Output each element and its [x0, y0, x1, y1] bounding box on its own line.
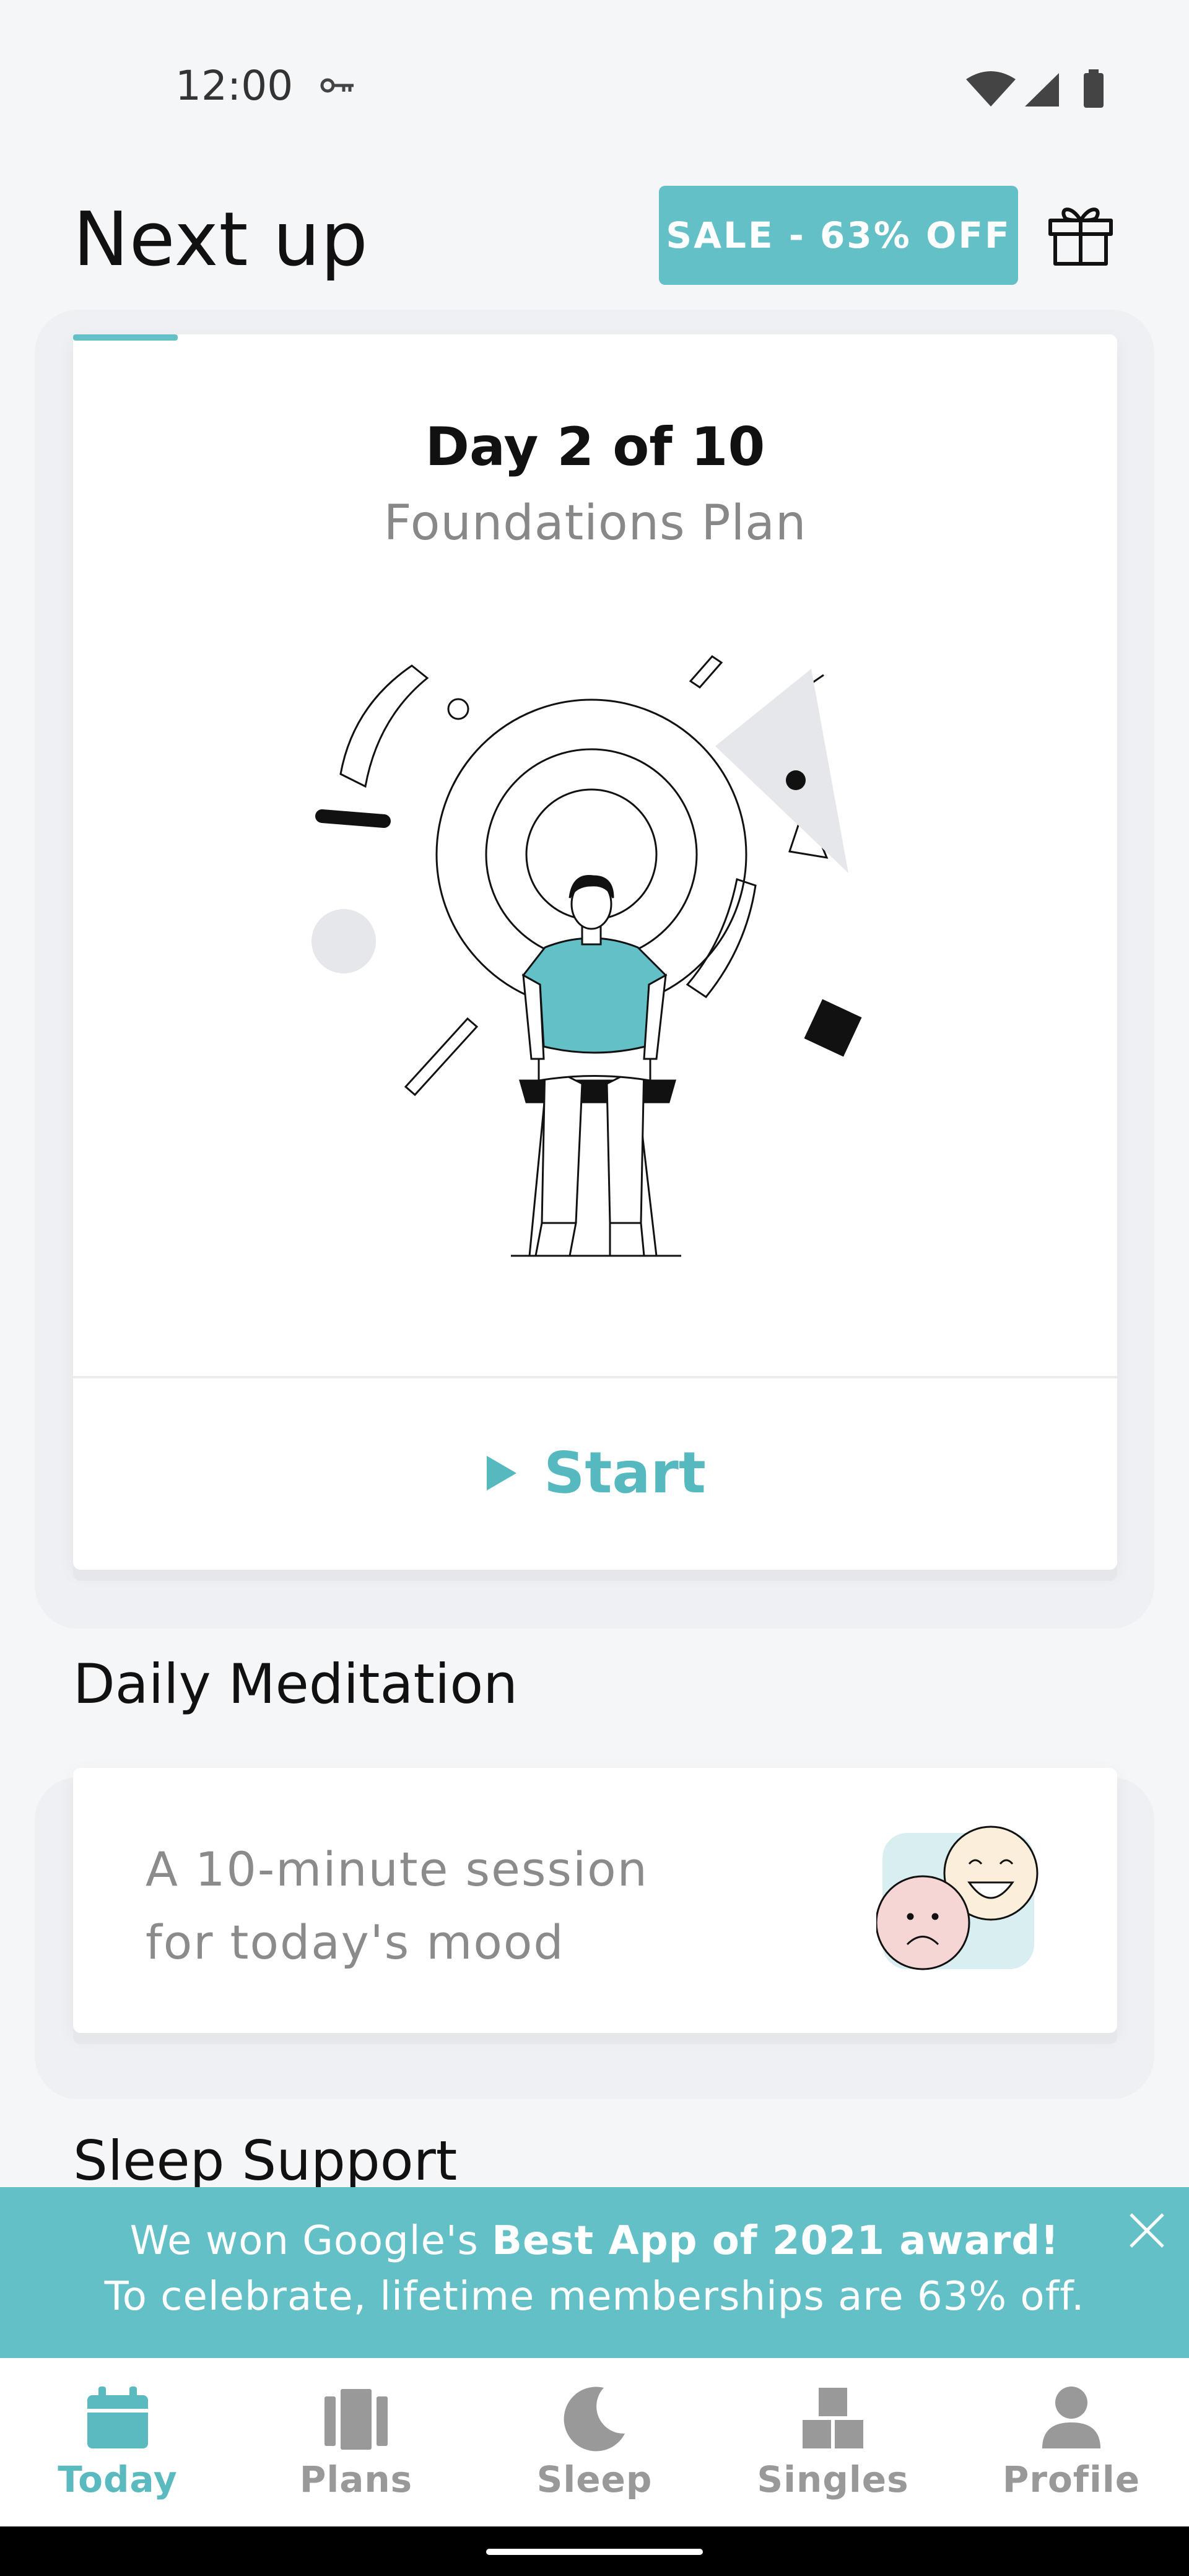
day-label: Day 2 of 10 [425, 416, 765, 478]
daily-line-2: for today's mood [146, 1915, 565, 1970]
signal-icon [1025, 73, 1059, 107]
promo-banner[interactable] [0, 2187, 1189, 2358]
sale-button[interactable]: SALE - 63% OFF [659, 186, 1018, 285]
promo-line-2: To celebrate, lifetime memberships are 6… [104, 2274, 1085, 2320]
start-label: Start [544, 1440, 706, 1506]
nav-label-profile: Profile [1002, 2458, 1141, 2500]
key-icon [320, 78, 354, 93]
daily-meditation-description: A 10-minute session for today's mood [146, 1833, 703, 1979]
gift-icon[interactable] [1047, 199, 1115, 268]
nav-label-singles: Singles [757, 2458, 909, 2500]
promo-prefix: We won Google's [129, 2218, 492, 2264]
calendar-icon [87, 2387, 148, 2448]
plan-progress-bar [73, 334, 178, 341]
person-icon [1042, 2387, 1100, 2448]
plans-icon [324, 2389, 388, 2450]
daily-meditation-title: Daily Meditation [73, 1652, 518, 1716]
nav-label-today: Today [58, 2458, 178, 2500]
nav-label-plans: Plans [299, 2458, 413, 2500]
start-button[interactable]: Start [73, 1378, 1117, 1567]
close-icon[interactable] [1127, 2211, 1167, 2250]
nav-singles[interactable]: Singles [734, 2384, 932, 2508]
mood-faces-icon [876, 1825, 1039, 1970]
play-icon [487, 1455, 517, 1490]
daily-line-1: A 10-minute session [146, 1842, 648, 1897]
nav-today[interactable]: Today [19, 2384, 217, 2508]
battery-icon [1084, 69, 1104, 108]
plan-name: Foundations Plan [383, 495, 807, 551]
status-time: 12:00 [175, 62, 294, 110]
nav-profile[interactable]: Profile [972, 2384, 1170, 2508]
nav-plans[interactable]: Plans [257, 2384, 455, 2508]
sleep-support-title: Sleep Support [73, 2129, 458, 2193]
nav-label-sleep: Sleep [536, 2458, 653, 2500]
promo-line-1: We won Google's Best App of 2021 award! [0, 2218, 1189, 2264]
wifi-icon [966, 71, 1016, 107]
blocks-icon [803, 2388, 863, 2448]
meditating-person-illustration [311, 655, 862, 1257]
status-icons [966, 69, 1104, 108]
nav-sleep[interactable]: Sleep [495, 2384, 694, 2508]
promo-award: Best App of 2021 award! [492, 2218, 1060, 2264]
home-indicator[interactable] [486, 2549, 703, 2555]
moon-icon [564, 2387, 625, 2452]
page-title: Next up [73, 197, 368, 283]
